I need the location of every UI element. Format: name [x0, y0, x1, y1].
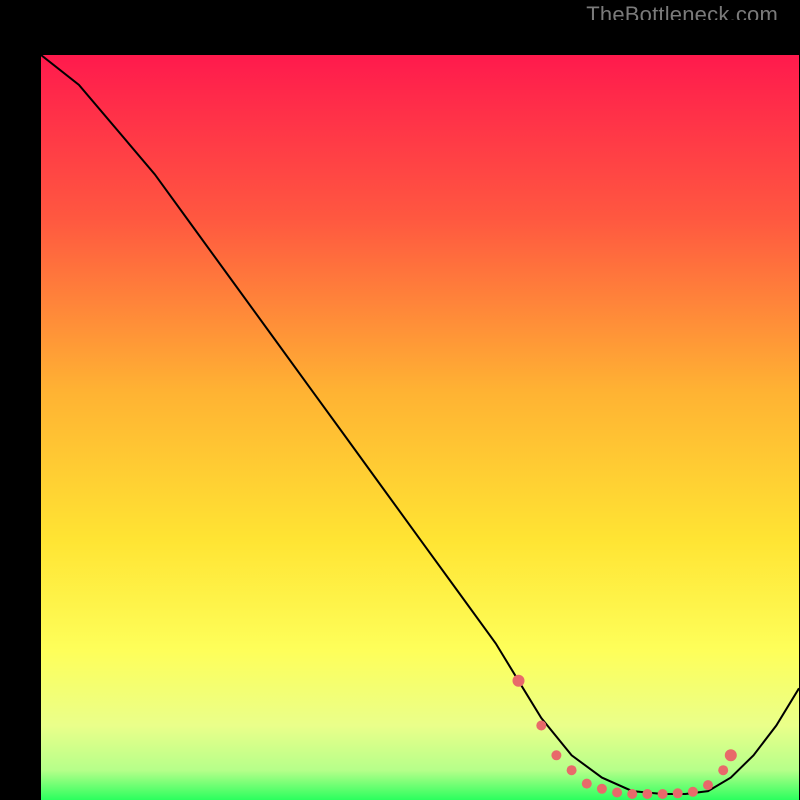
highlight-dot — [597, 784, 607, 794]
highlight-dot — [627, 789, 637, 799]
highlight-dot — [612, 788, 622, 798]
highlight-dot — [658, 789, 668, 799]
highlight-dot — [567, 765, 577, 775]
highlight-dot — [673, 788, 683, 798]
gradient-background — [41, 55, 799, 800]
highlight-dot — [703, 780, 713, 790]
highlight-dot — [582, 779, 592, 789]
chart-frame — [20, 20, 780, 780]
highlight-dot — [718, 765, 728, 775]
highlight-dot — [551, 750, 561, 760]
bottleneck-chart — [41, 55, 799, 800]
highlight-dot — [688, 787, 698, 797]
highlight-dot — [536, 721, 546, 731]
highlight-dot — [725, 749, 737, 761]
highlight-dot — [513, 675, 525, 687]
highlight-dot — [642, 789, 652, 799]
